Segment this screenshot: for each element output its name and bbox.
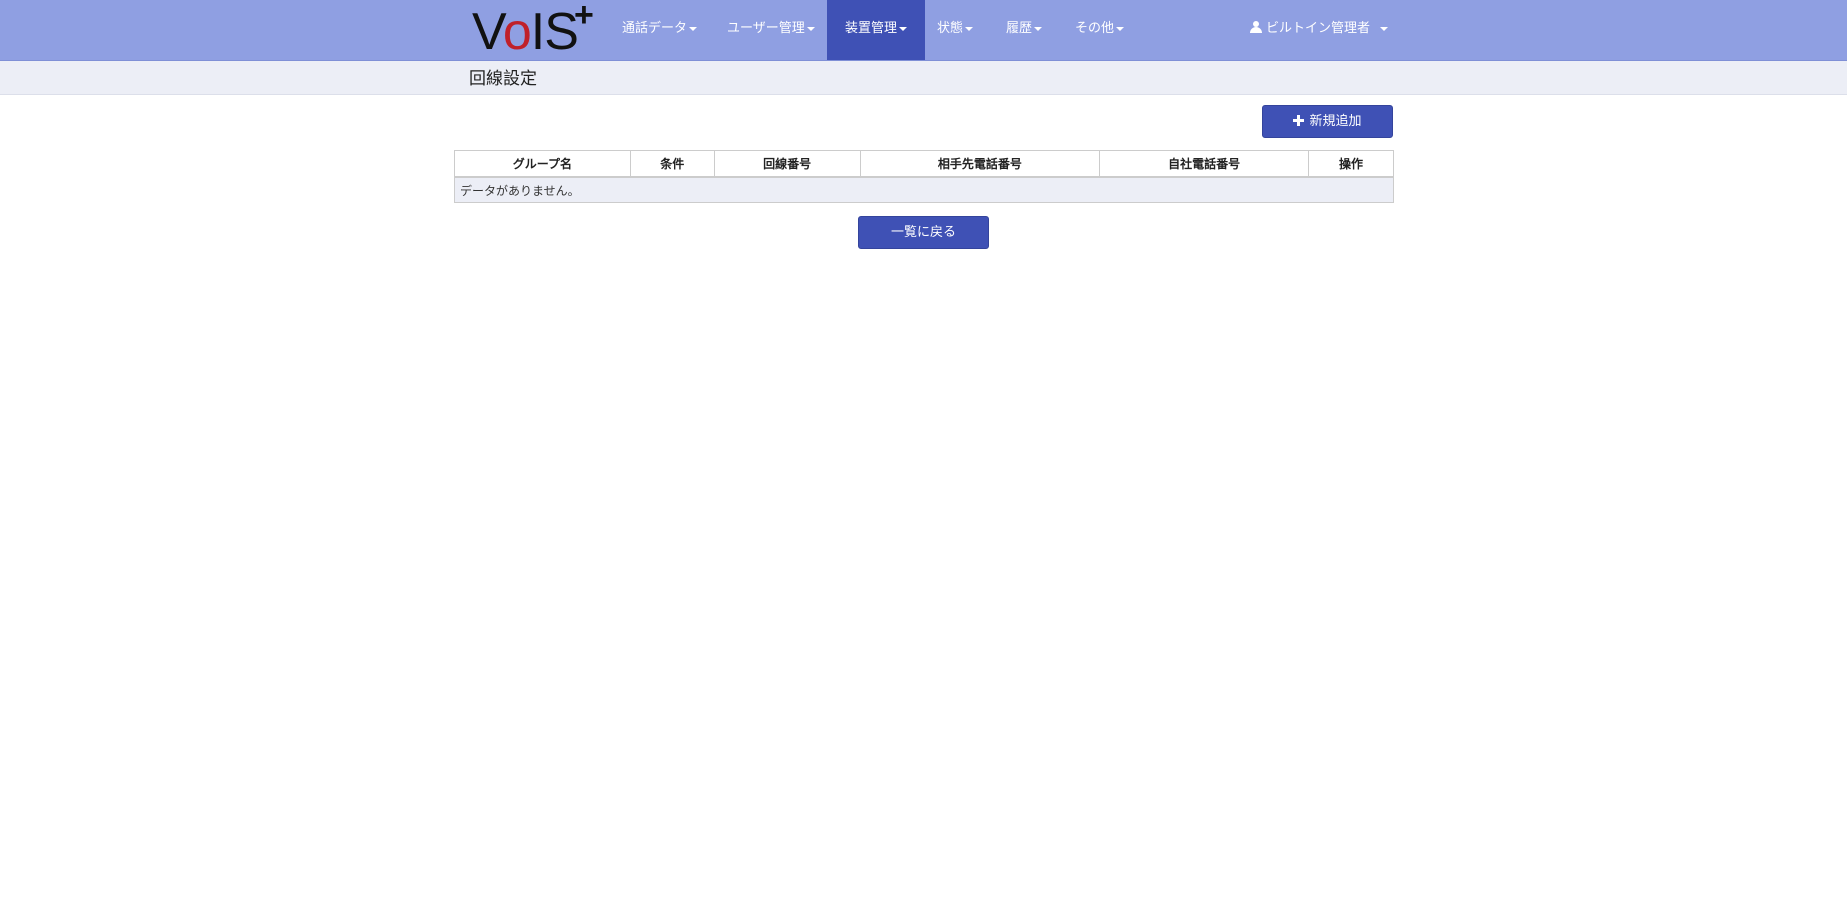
nav-menu-status[interactable]: 状態 (937, 0, 974, 60)
nav-label: その他 (1075, 21, 1115, 36)
nav-menu-device-management[interactable]: 装置管理 (827, 0, 926, 60)
column-header-remote-phone-number[interactable]: 相手先電話番号 (859, 150, 1101, 178)
line-settings-table: グループ名 条件 回線番号 相手先電話番号 自社電話番号 操作 データがありませ… (454, 150, 1394, 203)
back-to-list-button[interactable]: 一覧に戻る (858, 216, 989, 249)
nav-menu-other[interactable]: その他 (1075, 0, 1125, 60)
add-new-label: 新規追加 (1309, 114, 1362, 129)
caret-down-icon (965, 26, 974, 31)
top-navbar: VoIS + 通話データ ユーザー管理 装置管理 状態 履歴 その他 ビルトイン… (0, 0, 1847, 61)
caret-down-icon (1380, 26, 1389, 31)
table-header-row: グループ名 条件 回線番号 相手先電話番号 自社電話番号 操作 (454, 150, 1394, 178)
nav-label: 通話データ (622, 21, 688, 36)
caret-down-icon (689, 26, 698, 31)
caret-down-icon (806, 26, 815, 31)
page-title: 回線設定 (469, 69, 537, 89)
column-header-line-number[interactable]: 回線番号 (713, 150, 861, 178)
caret-down-icon (1116, 26, 1125, 31)
nav-label: ユーザー管理 (727, 21, 805, 36)
column-header-operation: 操作 (1308, 150, 1394, 178)
caret-down-icon (1034, 26, 1043, 31)
nav-label: 履歴 (1006, 21, 1033, 36)
user-menu[interactable]: ビルトイン管理者 (1250, 0, 1389, 60)
app-logo[interactable]: VoIS + (472, 0, 594, 61)
nav-menu-user-management[interactable]: ユーザー管理 (727, 0, 815, 60)
plus-icon (1293, 115, 1305, 126)
column-header-condition[interactable]: 条件 (629, 150, 715, 178)
column-header-own-phone-number[interactable]: 自社電話番号 (1099, 150, 1310, 178)
user-icon (1250, 21, 1262, 33)
logo-plus-mark: + (574, 0, 594, 34)
nav-menu-call-data[interactable]: 通話データ (622, 0, 698, 60)
caret-down-icon (899, 26, 908, 31)
user-name: ビルトイン管理者 (1266, 21, 1371, 36)
nav-menu-history[interactable]: 履歴 (1006, 0, 1043, 60)
empty-message: データがありません。 (454, 176, 1394, 203)
logo-wordmark: VoIS (472, 3, 579, 61)
table-row: データがありません。 (454, 176, 1394, 203)
nav-label: 状態 (937, 21, 964, 36)
page-header-band (0, 61, 1847, 95)
nav-label: 装置管理 (845, 21, 898, 36)
add-new-button[interactable]: 新規追加 (1262, 105, 1393, 138)
column-header-group-name[interactable]: グループ名 (454, 150, 631, 178)
